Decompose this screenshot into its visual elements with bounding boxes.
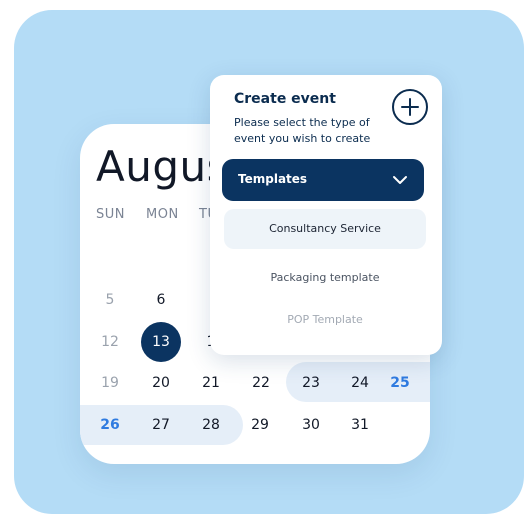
option-pop-template[interactable]: POP Template (224, 313, 426, 326)
calendar-day[interactable]: 28 (191, 405, 231, 445)
calendar-day[interactable]: 27 (141, 405, 181, 445)
calendar-day[interactable]: 19 (90, 363, 130, 403)
plus-circle-icon (401, 98, 419, 116)
calendar-day[interactable]: 20 (141, 363, 181, 403)
weekday-sun: SUN (96, 207, 125, 222)
calendar-day[interactable]: 31 (340, 405, 380, 445)
calendar-day[interactable]: 30 (291, 405, 331, 445)
weekday-mon: MON (146, 207, 179, 222)
add-event-button[interactable] (392, 89, 428, 125)
calendar-day[interactable]: 21 (191, 363, 231, 403)
calendar-day[interactable]: 23 (291, 363, 331, 403)
calendar-day[interactable]: 22 (241, 363, 281, 403)
option-consultancy-service[interactable]: Consultancy Service (224, 209, 426, 249)
panel-description: Please select the type of event you wish… (234, 116, 371, 145)
templates-dropdown[interactable]: Templates (222, 159, 424, 201)
calendar-day-accent[interactable]: 25 (380, 363, 420, 403)
calendar-day[interactable]: 12 (90, 322, 130, 362)
calendar-day-selected[interactable]: 13 (141, 322, 181, 362)
panel-title: Create event (234, 91, 336, 107)
calendar-day[interactable]: 29 (240, 405, 280, 445)
create-event-panel: Create event Please select the type of e… (210, 75, 442, 355)
option-packaging-template[interactable]: Packaging template (224, 271, 426, 284)
calendar-day[interactable]: 6 (141, 280, 181, 320)
calendar-day[interactable]: 5 (90, 280, 130, 320)
calendar-day[interactable]: 24 (340, 363, 380, 403)
templates-dropdown-label: Templates (238, 172, 308, 186)
chevron-down-icon (393, 176, 407, 184)
calendar-day-accent[interactable]: 26 (90, 405, 130, 445)
